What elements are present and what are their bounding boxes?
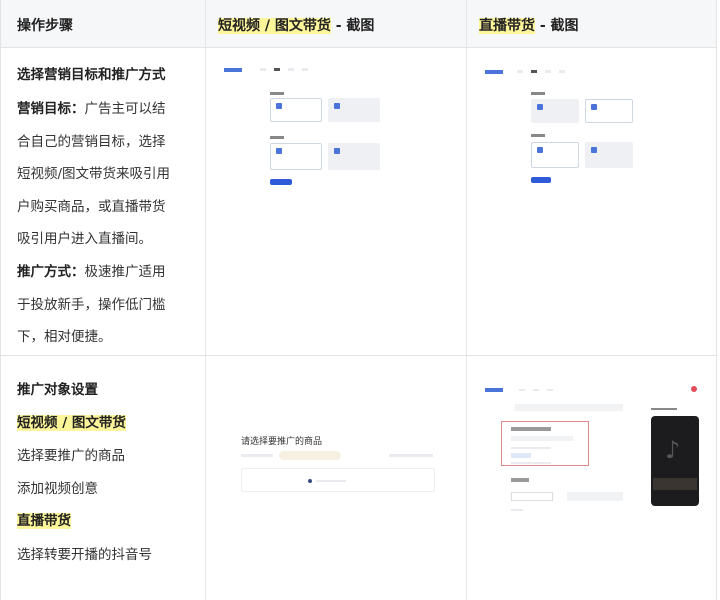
step-text: 选择转要开播的抖音号 — [17, 547, 152, 563]
screenshot-live-account: ♪ — [479, 380, 709, 520]
step-text: 推广方式：极速推广适用 — [17, 264, 166, 280]
step-text: 合自己的营销目标，选择 — [17, 134, 166, 150]
step-title: 选择营销目标和推广方式 — [17, 67, 166, 83]
product-select-title: 请选择要推广的商品 — [241, 437, 323, 447]
tiktok-logo-icon: ♪ — [665, 436, 681, 464]
phone-preview: ♪ — [651, 416, 699, 506]
step-subtitle: 短视频 / 图文带货 — [17, 415, 126, 431]
screenshot-short-video-goal — [216, 62, 456, 192]
step-text: 短视频/图文带货来吸引用 — [17, 166, 171, 182]
step-text: 添加视频创意 — [17, 481, 98, 497]
step-text: 下，相对便捷。 — [17, 329, 112, 345]
step-text: 于投放新手，操作低门槛 — [17, 297, 166, 313]
step-title: 推广对象设置 — [17, 382, 98, 398]
header-short-video: 短视频 / 图文带货 - 截图 — [218, 18, 375, 34]
screenshot-product-select: 请选择要推广的商品 — [239, 432, 437, 494]
header-live: 直播带货 - 截图 — [479, 18, 579, 34]
step-text: 吸引用户进入直播间。 — [17, 231, 152, 247]
step-text: 选择要推广的商品 — [17, 448, 125, 464]
screenshot-live-goal — [477, 64, 712, 194]
step-subtitle: 直播带货 — [17, 513, 71, 529]
header-steps: 操作步骤 — [17, 18, 73, 34]
steps-table: 操作步骤 短视频 / 图文带货 - 截图 直播带货 - 截图 选择营销目标和推广… — [0, 0, 717, 600]
step-text: 营销目标：广告主可以结 — [17, 101, 166, 117]
step-text: 户购买商品，或直播带货 — [17, 199, 166, 215]
